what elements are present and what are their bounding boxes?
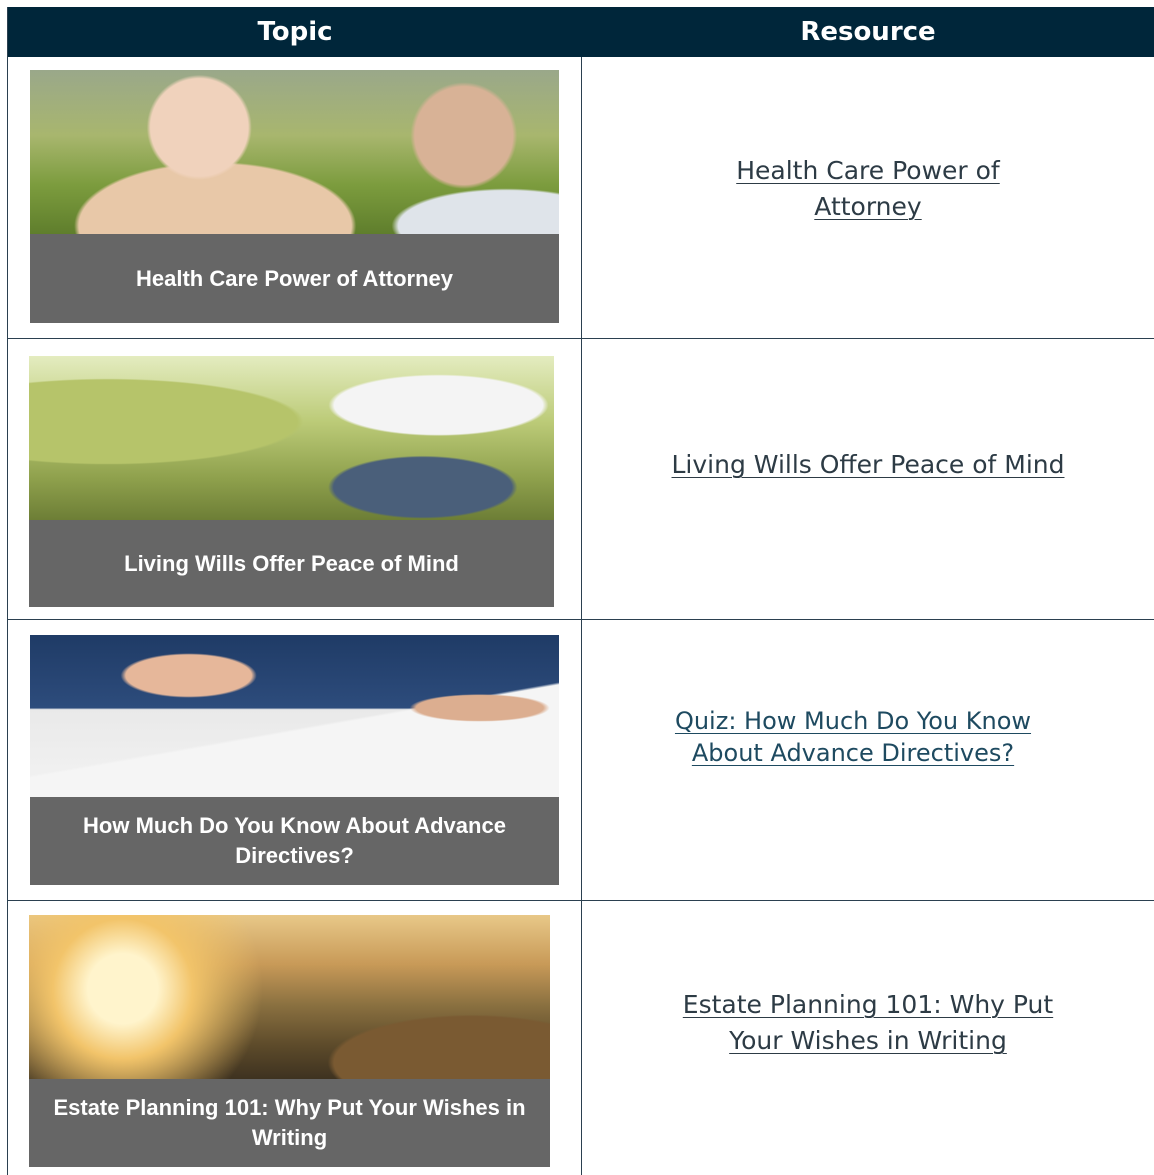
table-row: Estate Planning 101: Why Put Your Wishes… <box>8 901 1154 1175</box>
header-topic: Topic <box>257 17 333 47</box>
topic-card[interactable]: Health Care Power of Attorney <box>30 70 559 323</box>
resource-cell: Quiz: How Much Do You Know About Advance… <box>582 620 1154 900</box>
topic-cell: How Much Do You Know About Advance Direc… <box>8 620 582 900</box>
photo-elderly-woman-caregiver <box>30 70 559 234</box>
resource-link[interactable]: Quiz: How Much Do You Know About Advance… <box>643 705 1063 769</box>
resource-table: Topic Resource Health Care Power of Atto… <box>7 7 1154 1175</box>
topic-card[interactable]: Estate Planning 101: Why Put Your Wishes… <box>29 915 550 1167</box>
photo-hiker-mountain-sunrise <box>29 915 550 1079</box>
topic-cell: Living Wills Offer Peace of Mind <box>8 339 582 619</box>
photo-parent-holding-child <box>29 356 554 520</box>
topic-card[interactable]: How Much Do You Know About Advance Direc… <box>30 635 559 885</box>
topic-cell: Health Care Power of Attorney <box>8 57 582 338</box>
topic-caption: Living Wills Offer Peace of Mind <box>124 550 459 576</box>
table-row: How Much Do You Know About Advance Direc… <box>8 620 1154 901</box>
topic-caption: Estate Planning 101: Why Put Your Wishes… <box>53 1095 526 1150</box>
resource-link[interactable]: Living Wills Offer Peace of Mind <box>672 447 1065 483</box>
table-header: Topic Resource <box>8 7 1154 57</box>
resource-cell: Health Care Power of Attorney <box>582 57 1154 338</box>
topic-caption: How Much Do You Know About Advance Direc… <box>83 813 506 868</box>
photo-signing-document <box>30 635 559 797</box>
topic-cell: Estate Planning 101: Why Put Your Wishes… <box>8 901 582 1175</box>
topic-card[interactable]: Living Wills Offer Peace of Mind <box>29 356 554 607</box>
resource-link[interactable]: Health Care Power of Attorney <box>708 153 1028 225</box>
resource-cell: Estate Planning 101: Why Put Your Wishes… <box>582 901 1154 1175</box>
topic-caption: Health Care Power of Attorney <box>135 266 454 291</box>
header-resource: Resource <box>800 17 936 47</box>
resource-cell: Living Wills Offer Peace of Mind <box>582 339 1154 619</box>
resource-link[interactable]: Estate Planning 101: Why Put Your Wishes… <box>658 987 1078 1059</box>
table-row: Health Care Power of Attorney Health Car… <box>8 57 1154 339</box>
table-row: Living Wills Offer Peace of Mind Living … <box>8 339 1154 620</box>
